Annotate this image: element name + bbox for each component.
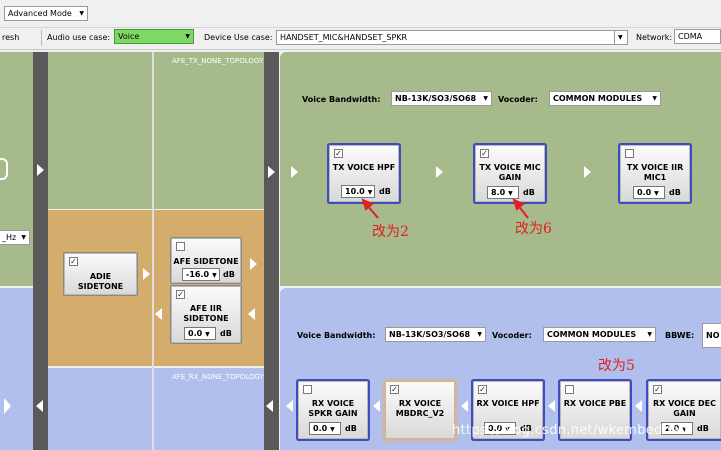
rx-voice-mbdrc-title: RX VOICE MBDRC_V2 <box>395 399 445 418</box>
flow-arrow-left-icon <box>286 400 293 412</box>
flow-arrow-left-icon <box>548 400 555 412</box>
flow-arrow-left-icon <box>461 400 468 412</box>
rx-voice-mbdrc-module[interactable]: ✓ RX VOICE MBDRC_V2 <box>385 381 455 439</box>
annotation-text: 改为6 <box>515 221 552 237</box>
annotation-text: 改为2 <box>372 224 409 240</box>
rx-voice-spkr-gain-unit: dB <box>345 424 357 433</box>
chevron-down-icon: ▼ <box>477 331 482 338</box>
annotation-text: 改为5 <box>598 358 635 374</box>
rx-bbwe-label: BBWE: <box>665 331 695 340</box>
rx-bbwe-select[interactable]: NO <box>702 323 721 348</box>
flow-arrow-left-icon <box>373 400 380 412</box>
rx-voice-mbdrc-checkbox[interactable]: ✓ <box>390 385 399 394</box>
chevron-down-icon: ▼ <box>330 426 335 433</box>
rx-voice-hpf-checkbox[interactable]: ✓ <box>478 385 487 394</box>
rx-voice-bandwidth-label: Voice Bandwidth: <box>297 331 376 340</box>
rx-voice-spkr-gain-title: RX VOICE SPKR GAIN <box>308 399 358 418</box>
flow-arrow-left-icon <box>635 400 642 412</box>
rx-voice-dec-gain-checkbox[interactable]: ✓ <box>653 385 662 394</box>
rx-voice-spkr-gain-select[interactable]: 0.0 ▼ <box>309 422 341 435</box>
rx-voice-pbe-checkbox[interactable] <box>565 385 574 394</box>
rx-voice-pbe-title: RX VOICE PBE <box>563 399 627 408</box>
rx-vocoder-label: Vocoder: <box>492 331 532 340</box>
rx-voice-dec-gain-title: RX VOICE DEC GAIN <box>652 399 717 418</box>
rx-voice-spkr-gain-checkbox[interactable] <box>303 385 312 394</box>
rx-voice-hpf-title: RX VOICE HPF <box>476 399 540 408</box>
rx-voice-spkr-gain-module[interactable]: RX VOICE SPKR GAIN 0.0 ▼ dB <box>298 381 368 439</box>
rx-vocoder-select[interactable]: COMMON MODULES ▼ <box>543 327 656 342</box>
rx-voice-dec-gain-unit: dB <box>697 424 709 433</box>
rx-voice-bandwidth-select[interactable]: NB-13K/SO3/SO68 ▼ <box>385 327 486 342</box>
chevron-down-icon: ▼ <box>647 331 652 338</box>
watermark: https://blog.csdn.net/wkembedded <box>452 423 689 438</box>
